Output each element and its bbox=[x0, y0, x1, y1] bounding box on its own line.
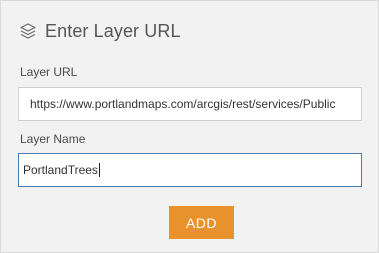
panel-title: Enter Layer URL bbox=[45, 20, 181, 41]
add-button[interactable]: ADD bbox=[169, 206, 234, 239]
panel-header: Enter Layer URL bbox=[19, 19, 181, 43]
layers-icon bbox=[19, 22, 37, 40]
layer-name-label: Layer Name bbox=[20, 132, 86, 146]
layer-url-input[interactable]: https://www.portlandmaps.com/arcgis/rest… bbox=[18, 87, 362, 121]
layer-name-input[interactable]: PortlandTrees bbox=[18, 153, 362, 187]
layer-url-value: https://www.portlandmaps.com/arcgis/rest… bbox=[30, 97, 336, 111]
text-caret bbox=[98, 163, 100, 177]
enter-layer-url-panel: Enter Layer URL Layer URL https://www.po… bbox=[0, 0, 379, 253]
layer-name-value: PortlandTrees bbox=[23, 163, 98, 177]
layer-url-label: Layer URL bbox=[20, 65, 78, 79]
